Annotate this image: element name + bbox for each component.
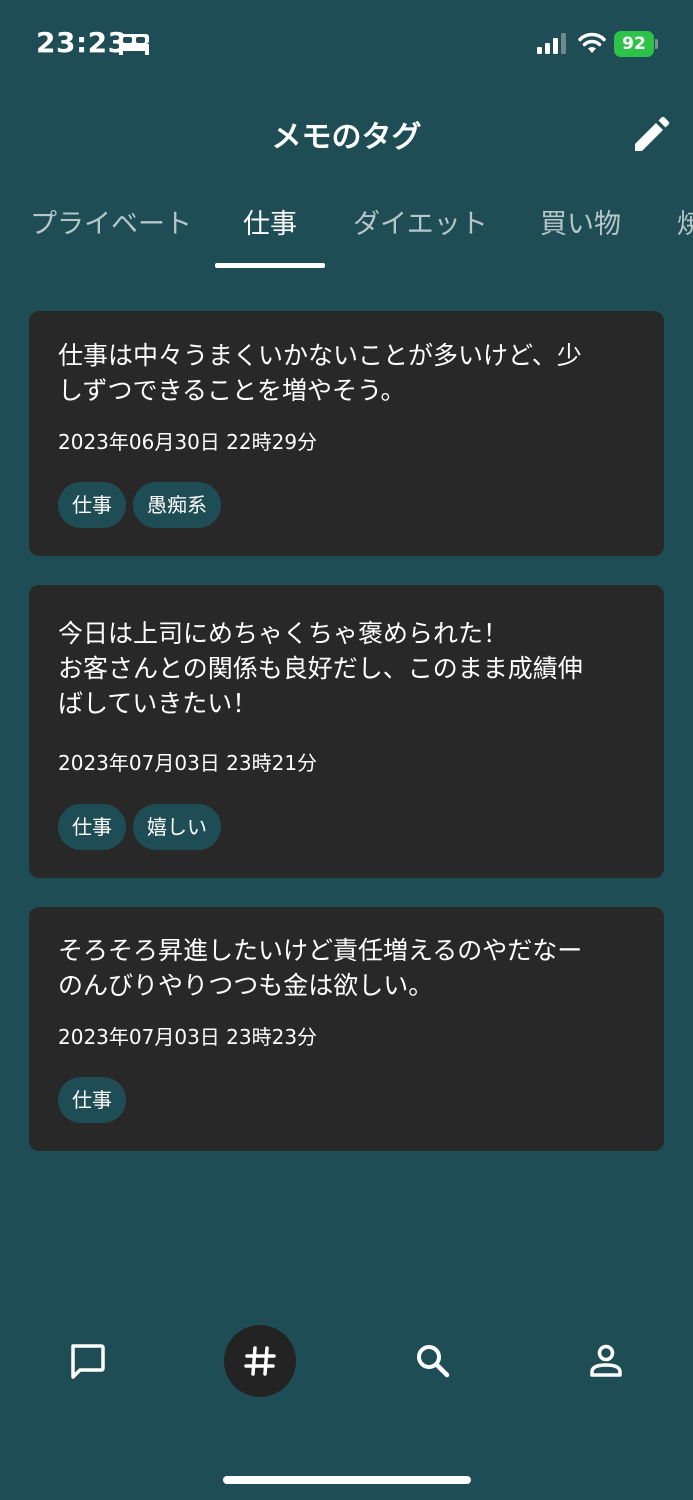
memo-date: 2023年07月03日 23時23分	[58, 1025, 318, 1049]
nav-tags[interactable]	[224, 1325, 296, 1397]
tab-partial[interactable]: 焼	[677, 202, 693, 241]
edit-button[interactable]	[626, 112, 674, 160]
memo-date: 2023年06月30日 22時29分	[58, 430, 318, 454]
cellular-signal-icon	[537, 33, 566, 54]
home-indicator	[223, 1476, 471, 1484]
page-title: メモのタグ	[271, 120, 422, 155]
tag-chip[interactable]: 嬉しい	[133, 804, 221, 850]
tag-tabs: プライベート 仕事 ダイエット 買い物 焼	[0, 190, 693, 270]
tab-shopping[interactable]: 買い物	[540, 202, 621, 241]
chat-icon	[71, 1344, 105, 1379]
pencil-icon	[635, 116, 670, 151]
status-bar: 23:23 92	[0, 0, 693, 90]
sleep-focus-icon	[119, 34, 149, 55]
tag-chip[interactable]: 仕事	[58, 482, 126, 528]
status-time: 23:23	[36, 26, 128, 59]
memo-date: 2023年07月03日 23時21分	[58, 751, 318, 775]
tab-work[interactable]: 仕事	[243, 202, 297, 241]
battery-level: 92	[622, 34, 646, 54]
battery-indicator: 92	[614, 31, 658, 57]
hashtag-icon	[244, 1346, 276, 1376]
profile-icon	[590, 1344, 622, 1377]
tab-diet[interactable]: ダイエット	[353, 202, 488, 241]
tag-chip[interactable]: 愚痴系	[133, 482, 221, 528]
wifi-icon	[578, 32, 606, 53]
memo-text: そろそろ昇進したいけど責任増えるのやだなー のんびりやりつつも金は欲しい。	[58, 936, 583, 1000]
memo-card[interactable]: 仕事は中々うまくいかないことが多いけど、少 しずつできることを増やそう。 202…	[29, 311, 664, 556]
memo-card[interactable]: 今日は上司にめちゃくちゃ褒められた！ お客さんとの関係も良好だし、このまま成績伸…	[29, 585, 664, 878]
memo-tags: 仕事 嬉しい	[58, 804, 228, 850]
memo-tags: 仕事	[58, 1077, 133, 1123]
memo-card[interactable]: そろそろ昇進したいけど責任増えるのやだなー のんびりやりつつも金は欲しい。 20…	[29, 907, 664, 1151]
bottom-nav	[0, 1320, 693, 1410]
tab-private[interactable]: プライベート	[30, 202, 192, 241]
tag-chip[interactable]: 仕事	[58, 1077, 126, 1123]
memo-text: 仕事は中々うまくいかないことが多いけど、少 しずつできることを増やそう。	[58, 341, 582, 405]
active-tab-indicator	[215, 263, 325, 268]
nav-memos[interactable]	[51, 1325, 123, 1397]
tag-chip[interactable]: 仕事	[58, 804, 126, 850]
nav-search[interactable]	[397, 1325, 469, 1397]
memo-text: 今日は上司にめちゃくちゃ褒められた！ お客さんとの関係も良好だし、このまま成績伸…	[58, 619, 583, 718]
search-icon	[417, 1345, 450, 1378]
memo-tags: 仕事 愚痴系	[58, 482, 228, 528]
nav-profile[interactable]	[570, 1325, 642, 1397]
